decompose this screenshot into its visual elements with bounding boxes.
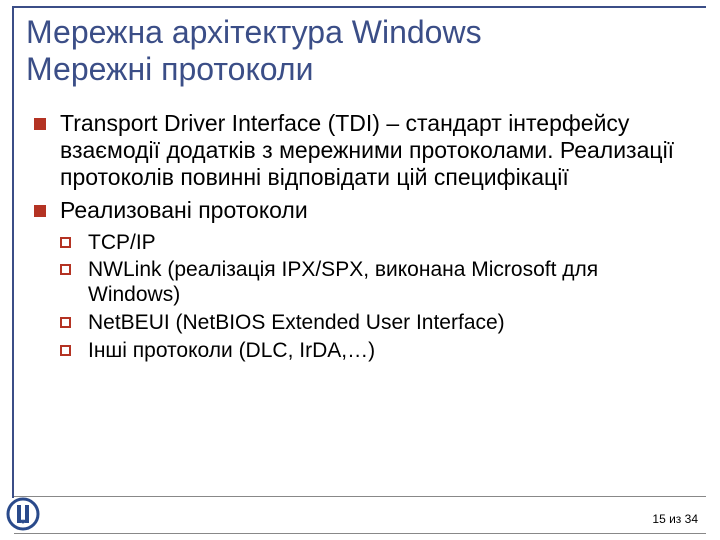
title-line-2: Мережні протоколи: [26, 51, 313, 87]
slide-footer: [14, 496, 706, 534]
bullet-text: NetBEUI (NetBIOS Extended User Interface…: [88, 311, 505, 334]
bullet-level2: Інші протоколи (DLC, IrDA,…): [60, 339, 694, 364]
slide-title: Мережна архітектура Windows Мережні прот…: [26, 14, 696, 88]
bullet-text: Інші протоколи (DLC, IrDA,…): [88, 339, 375, 362]
square-outline-icon: [60, 345, 71, 356]
square-filled-icon: [34, 118, 46, 130]
page-number: 15 из 34: [652, 512, 698, 526]
bullet-level2: NWLink (реалізація IPX/SPX, виконана Mic…: [60, 258, 694, 308]
slide-body: Transport Driver Interface (TDI) – станд…: [34, 110, 694, 366]
bullet-level1: Реализовані протоколи: [34, 197, 694, 224]
bullet-text: Реализовані протоколи: [60, 197, 308, 223]
square-outline-icon: [60, 264, 71, 275]
square-outline-icon: [60, 317, 71, 328]
title-line-1: Мережна архітектура Windows: [26, 14, 482, 50]
bullet-level1: Transport Driver Interface (TDI) – станд…: [34, 110, 694, 191]
decor-left-rule: [12, 6, 14, 498]
bullet-level2: NetBEUI (NetBIOS Extended User Interface…: [60, 311, 694, 336]
bullet-text: Transport Driver Interface (TDI) – станд…: [60, 110, 674, 190]
square-filled-icon: [34, 205, 46, 217]
decor-top-rule: [12, 6, 706, 8]
bullet-text: NWLink (реалізація IPX/SPX, виконана Mic…: [88, 258, 598, 306]
bullet-level2: TCP/IP: [60, 231, 694, 256]
slide: Мережна архітектура Windows Мережні прот…: [0, 0, 720, 540]
square-outline-icon: [60, 237, 71, 248]
logo-icon: [6, 497, 40, 536]
bullet-text: TCP/IP: [88, 231, 156, 254]
